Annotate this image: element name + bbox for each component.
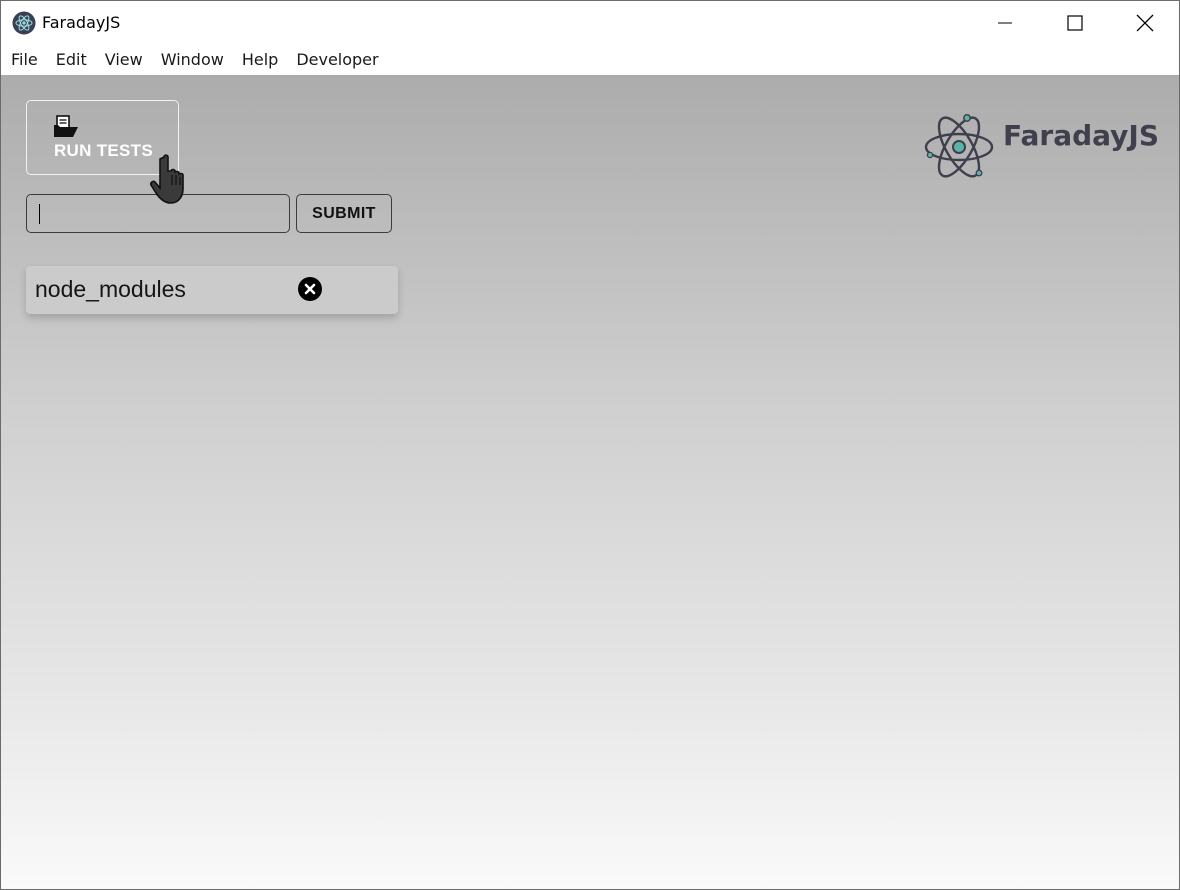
main-content: RUN TESTS SUBMIT node_modules FaradayJS — [1, 75, 1179, 889]
menu-edit[interactable]: Edit — [47, 45, 96, 75]
brand-logo: FaradayJS — [921, 109, 1161, 189]
close-icon — [1136, 14, 1154, 32]
run-tests-button[interactable]: RUN TESTS — [26, 100, 179, 175]
app-logo-icon — [12, 11, 36, 35]
menu-file[interactable]: File — [1, 45, 47, 75]
maximize-button[interactable] — [1040, 1, 1110, 45]
folder-chip-label: node_modules — [35, 276, 186, 302]
folder-open-icon — [54, 115, 78, 137]
menu-view[interactable]: View — [96, 45, 152, 75]
menu-window[interactable]: Window — [152, 45, 233, 75]
folder-chip: node_modules — [26, 266, 398, 314]
menu-help[interactable]: Help — [233, 45, 287, 75]
run-tests-label: RUN TESTS — [53, 141, 154, 160]
minimize-icon — [998, 22, 1012, 24]
menu-developer[interactable]: Developer — [287, 45, 387, 75]
menu-bar: File Edit View Window Help Developer — [1, 45, 1179, 75]
minimize-button[interactable] — [970, 1, 1040, 45]
close-button[interactable] — [1110, 1, 1180, 45]
app-window: FaradayJS File Edit View Window Help Dev… — [0, 0, 1180, 890]
brand-name: FaradayJS — [1003, 119, 1159, 152]
atom-icon — [924, 114, 994, 178]
submit-button[interactable]: SUBMIT — [296, 194, 392, 233]
path-input[interactable] — [26, 194, 290, 233]
text-caret — [39, 204, 40, 224]
title-bar[interactable]: FaradayJS — [1, 1, 1179, 45]
close-circle-icon[interactable] — [297, 276, 323, 302]
maximize-icon — [1067, 15, 1083, 31]
window-title: FaradayJS — [42, 13, 121, 32]
